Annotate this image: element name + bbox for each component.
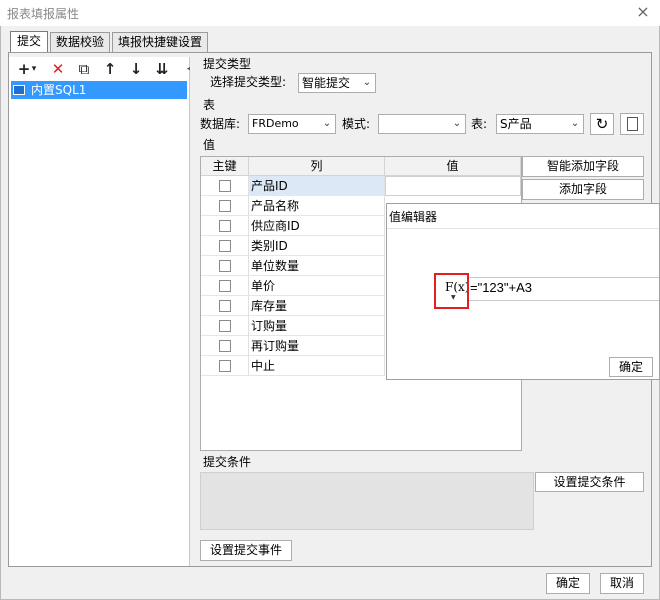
table-label: 表: — [471, 117, 488, 131]
submit-condition-box — [200, 472, 534, 530]
value-heading: 值 — [203, 138, 216, 152]
primary-key-checkbox[interactable] — [219, 340, 231, 352]
formula-input[interactable]: ="123"+A3 — [470, 280, 532, 295]
submit-condition-heading: 提交条件 — [203, 455, 252, 469]
primary-key-checkbox[interactable] — [219, 320, 231, 332]
column-name: 单位数量 — [251, 259, 300, 273]
header-value: 值 — [385, 157, 521, 176]
title-bar: 报表填报属性 × — [0, 0, 660, 26]
chevron-down-icon: ⌄ — [322, 118, 332, 129]
database-value: FRDemo — [252, 117, 299, 130]
preview-icon — [627, 117, 638, 131]
value-editor-popup: 值编辑器 F(x) ▼ ="123"+A3 确定 — [386, 203, 660, 380]
primary-key-checkbox[interactable] — [219, 220, 231, 232]
database-icon — [13, 85, 25, 95]
column-name: 单价 — [251, 279, 276, 293]
tree-item-sql1[interactable]: 内置SQL1 — [11, 81, 187, 99]
close-icon[interactable]: × — [634, 3, 652, 21]
tab-shortcut-settings[interactable]: 填报快捷键设置 — [112, 32, 208, 52]
column-name: 再订购量 — [251, 339, 300, 353]
cancel-button[interactable]: 取消 — [600, 573, 644, 594]
schema-label: 模式: — [342, 117, 371, 131]
column-name: 库存量 — [251, 299, 288, 313]
refresh-button[interactable]: ↻ — [590, 113, 614, 135]
chevron-down-icon: ⌄ — [570, 118, 580, 129]
primary-key-checkbox[interactable] — [219, 360, 231, 372]
chevron-down-icon: ⌄ — [362, 77, 372, 88]
set-submit-event-button[interactable]: 设置提交事件 — [200, 540, 292, 561]
move-down-icon[interactable]: ↓ — [126, 59, 146, 79]
highlight-box — [434, 273, 469, 309]
column-name: 订购量 — [251, 319, 288, 333]
submit-type-select[interactable]: 智能提交 ⌄ — [298, 73, 376, 93]
table-value: S产品 — [500, 117, 532, 131]
column-name: 产品ID — [251, 179, 288, 193]
add-field-button[interactable]: 添加字段 — [522, 179, 644, 200]
header-column: 列 — [249, 157, 385, 176]
splitter[interactable] — [190, 57, 197, 566]
primary-key-checkbox[interactable] — [219, 300, 231, 312]
delete-icon[interactable]: ✕ — [48, 59, 68, 79]
column-name: 供应商ID — [251, 219, 300, 233]
chevron-down-icon: ⌄ — [452, 118, 462, 129]
schema-select[interactable]: ⌄ — [378, 114, 466, 134]
column-name: 产品名称 — [251, 199, 300, 213]
tab-data-validation[interactable]: 数据校验 — [50, 32, 110, 52]
value-cell-editing[interactable] — [385, 176, 521, 196]
copy-icon[interactable]: ⧉ — [74, 59, 94, 79]
primary-key-checkbox[interactable] — [219, 240, 231, 252]
column-name: 类别ID — [251, 239, 288, 253]
tree-item-label: 内置SQL1 — [31, 83, 87, 97]
preview-button[interactable] — [620, 113, 644, 135]
refresh-icon: ↻ — [595, 115, 609, 133]
primary-key-checkbox[interactable] — [219, 200, 231, 212]
value-editor-ok-button[interactable]: 确定 — [609, 357, 653, 377]
set-submit-condition-button[interactable]: 设置提交条件 — [535, 472, 644, 492]
sort-icon[interactable]: ⇊ — [152, 59, 172, 79]
table-heading: 表 — [203, 98, 216, 112]
dialog-title: 报表填报属性 — [7, 7, 80, 21]
value-editor-title: 值编辑器 — [389, 210, 438, 224]
primary-key-checkbox[interactable] — [219, 280, 231, 292]
sql-list-pane — [9, 57, 190, 566]
submit-type-heading: 提交类型 — [203, 57, 252, 71]
add-dropdown-icon[interactable]: ▾ — [28, 59, 40, 79]
primary-key-checkbox[interactable] — [219, 180, 231, 192]
smart-add-field-button[interactable]: 智能添加字段 — [522, 156, 644, 177]
divider — [387, 228, 659, 229]
table-select[interactable]: S产品 ⌄ — [496, 114, 584, 134]
database-select[interactable]: FRDemo ⌄ — [248, 114, 336, 134]
tab-submit[interactable]: 提交 — [10, 31, 48, 53]
header-primary-key: 主键 — [201, 157, 249, 176]
submit-type-label: 选择提交类型: — [210, 75, 287, 89]
primary-key-checkbox[interactable] — [219, 260, 231, 272]
submit-type-value: 智能提交 — [302, 76, 351, 90]
database-label: 数据库: — [200, 117, 241, 131]
column-name: 中止 — [251, 359, 276, 373]
move-up-icon[interactable]: ↑ — [100, 59, 120, 79]
ok-button[interactable]: 确定 — [546, 573, 590, 594]
